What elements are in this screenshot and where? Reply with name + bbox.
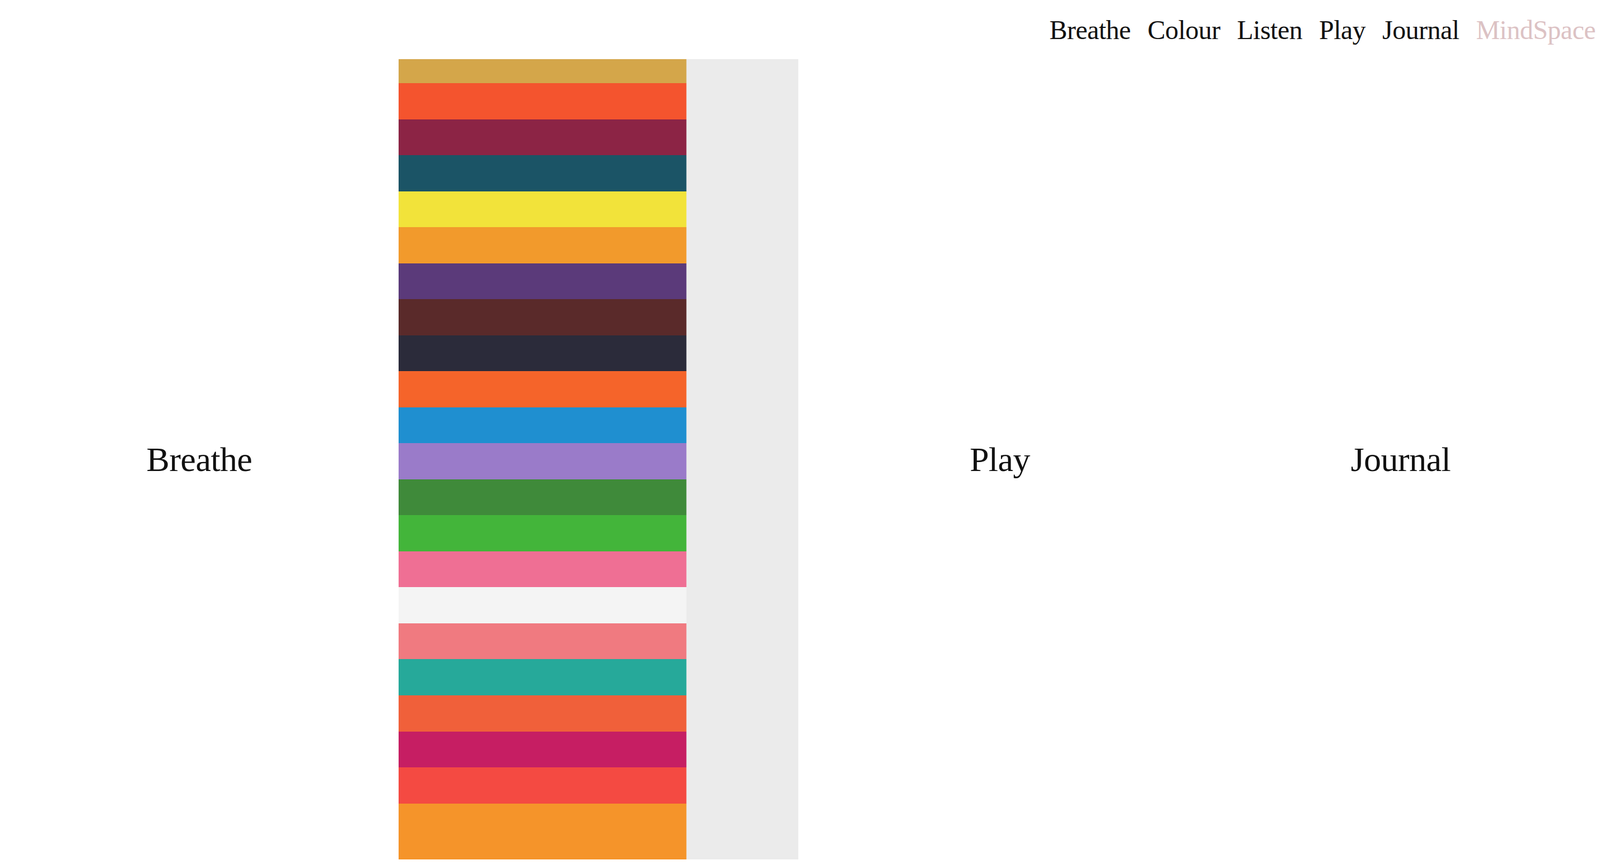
image-tile[interactable] — [398, 59, 799, 860]
brand-logo[interactable]: MindSpace — [1476, 14, 1596, 46]
text-tile[interactable]: Journal — [1201, 59, 1600, 860]
tile-grid: Breathe Play Journal — [0, 59, 1600, 860]
text-tile[interactable]: Play — [798, 59, 1202, 860]
top-bar: Breathe Colour Listen Play Journal MindSpace — [0, 0, 1600, 60]
nav-link[interactable]: Journal — [1382, 14, 1460, 46]
tile-label: Journal — [1350, 439, 1451, 480]
pencils-photo — [398, 59, 799, 860]
nav-link[interactable]: Colour — [1147, 14, 1220, 46]
nav-link[interactable]: Play — [1319, 14, 1366, 46]
main-nav: Breathe Colour Listen Play Journal MindSpace — [1049, 14, 1596, 46]
nav-link[interactable]: Listen — [1237, 14, 1303, 46]
text-tile[interactable]: Breathe — [0, 59, 399, 860]
tile-label: Breathe — [146, 439, 252, 480]
nav-link[interactable]: Breathe — [1049, 14, 1132, 46]
page: BreatheColourListenPlayJournalMindSpaceB… — [0, 0, 1600, 865]
tile-label: Play — [969, 439, 1031, 480]
